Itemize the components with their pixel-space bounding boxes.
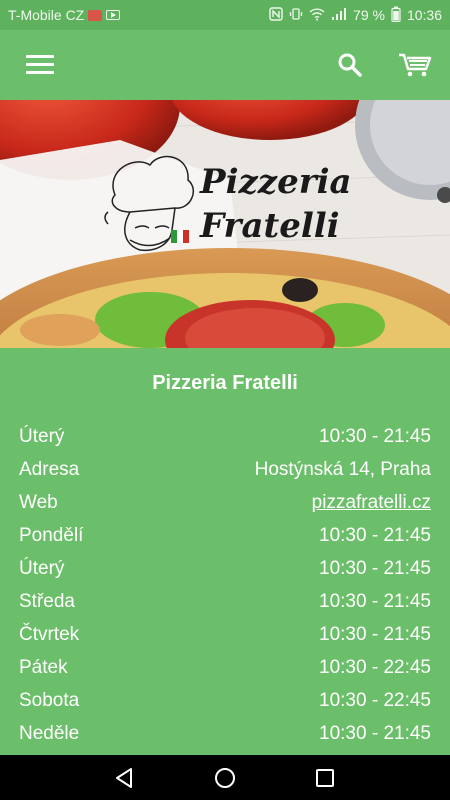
- hours-value: 10:30 - 22:45: [319, 690, 431, 711]
- restaurant-name: Pizzeria Fratelli: [152, 372, 298, 394]
- hero-logo-line2: Fratelli: [199, 206, 340, 246]
- hours-value: 10:30 - 22:45: [319, 657, 431, 678]
- back-icon[interactable]: [112, 765, 138, 791]
- info-row-value: 10:30 - 21:45: [319, 426, 431, 447]
- hero-logo-line1: Pizzeria: [199, 162, 352, 202]
- battery-icon: [391, 6, 401, 25]
- hours-row: Pondělí 10:30 - 21:45: [19, 519, 431, 552]
- hours-row: Pátek 10:30 - 22:45: [19, 651, 431, 684]
- day-label: Sobota: [19, 690, 80, 711]
- carrier-label: T-Mobile CZ: [8, 7, 85, 23]
- hours-value: 10:30 - 21:45: [319, 624, 431, 645]
- web-row: Web pizzafratelli.cz: [19, 486, 431, 519]
- youtube-notification-icon: [106, 10, 121, 20]
- info-row: Úterý 10:30 - 21:45: [19, 420, 431, 453]
- website-link[interactable]: pizzafratelli.cz: [312, 492, 431, 514]
- vibrate-icon: [289, 7, 303, 24]
- address-value: Hostýnská 14, Praha: [254, 459, 431, 480]
- hours-value: 10:30 - 21:45: [319, 591, 431, 612]
- cart-icon[interactable]: [397, 51, 433, 79]
- recents-icon[interactable]: [312, 765, 338, 791]
- clock: 10:36: [406, 7, 442, 23]
- app-bar: [0, 30, 450, 100]
- search-icon[interactable]: [336, 51, 364, 79]
- hours-row: Čtvrtek 10:30 - 21:45: [19, 618, 431, 651]
- day-label: Neděle: [19, 723, 80, 744]
- day-label: Pondělí: [19, 525, 84, 546]
- signal-icon: [331, 7, 347, 24]
- hours-row: Úterý 10:30 - 21:45: [19, 552, 431, 585]
- hours-value: 10:30 - 21:45: [319, 525, 431, 546]
- day-label: Středa: [19, 591, 75, 612]
- menu-icon[interactable]: [26, 55, 54, 75]
- home-icon[interactable]: [212, 765, 238, 791]
- hours-row: Neděle 10:30 - 21:45: [19, 717, 431, 750]
- notification-badge-icon: [88, 9, 103, 21]
- status-right: 79 % 10:36: [269, 6, 442, 25]
- day-label: Čtvrtek: [19, 624, 80, 645]
- status-bar: T-Mobile CZ 79 % 10:36: [0, 0, 450, 30]
- address-row: Adresa Hostýnská 14, Praha: [19, 453, 431, 486]
- wifi-icon: [309, 7, 325, 24]
- day-label: Úterý: [19, 558, 65, 579]
- hours-row: Středa 10:30 - 21:45: [19, 585, 431, 618]
- status-left: T-Mobile CZ: [8, 7, 121, 23]
- day-label: Pátek: [19, 657, 68, 678]
- hero-image: Pizzeria Fratelli: [0, 100, 450, 348]
- info-row-label: Adresa: [19, 459, 80, 480]
- restaurant-info: Pizzeria Fratelli Úterý 10:30 - 21:45 Ad…: [0, 348, 450, 755]
- info-row-label: Web: [19, 492, 58, 513]
- hours-value: 10:30 - 21:45: [319, 723, 431, 744]
- battery-percent: 79 %: [353, 7, 385, 23]
- hours-value: 10:30 - 21:45: [319, 558, 431, 579]
- hours-row: Sobota 10:30 - 22:45: [19, 684, 431, 717]
- info-row-label: Úterý: [19, 426, 65, 447]
- nfc-icon: [269, 6, 283, 24]
- system-nav-bar: [0, 755, 450, 800]
